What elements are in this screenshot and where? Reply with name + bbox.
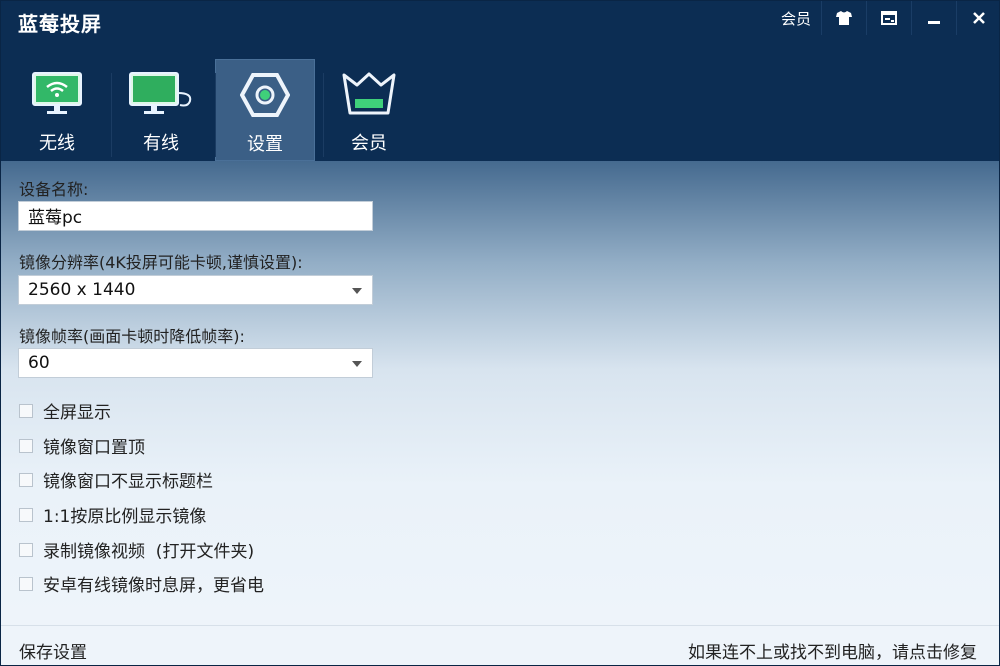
dropdown-arrow-icon: [352, 288, 362, 294]
option-always-on-top[interactable]: 镜像窗口置顶: [19, 433, 145, 458]
feedback-window-icon: [881, 11, 897, 25]
repair-link[interactable]: 如果连不上或找不到电脑，请点击修复: [688, 638, 977, 663]
wired-monitor-icon: [129, 72, 192, 114]
option-label: 录制镜像视频 (打开文件夹): [43, 542, 255, 562]
framerate-select[interactable]: 60: [18, 348, 373, 378]
footer: 保存设置 如果连不上或找不到电脑，请点击修复: [1, 625, 999, 665]
option-hide-titlebar[interactable]: 镜像窗口不显示标题栏: [19, 467, 213, 492]
device-name-label: 设备名称:: [19, 180, 89, 199]
settings-hexagon-icon: [240, 73, 290, 117]
option-label: 镜像窗口不显示标题栏: [43, 472, 213, 492]
minimize-button[interactable]: [911, 1, 956, 35]
resolution-select[interactable]: 2560 x 1440: [18, 275, 373, 305]
checkbox[interactable]: [19, 576, 33, 591]
settings-panel: 设备名称: 镜像分辨率(4K投屏可能卡顿,谨慎设置): 2560 x 1440 …: [1, 161, 999, 625]
minimize-icon: [928, 21, 940, 24]
close-button[interactable]: [956, 1, 999, 35]
dropdown-arrow-icon: [352, 361, 362, 367]
device-name-field[interactable]: [18, 201, 373, 231]
option-record-video[interactable]: 录制镜像视频 (打开文件夹): [19, 537, 254, 562]
tab-label: 设置: [247, 134, 283, 155]
checkbox[interactable]: [19, 472, 33, 487]
tab-settings[interactable]: 设置: [215, 59, 315, 161]
option-label: 镜像窗口置顶: [43, 438, 145, 458]
tab-label: 有线: [143, 133, 179, 154]
tab-separator: [323, 73, 324, 157]
tshirt-icon: [836, 11, 852, 25]
resolution-value: 2560 x 1440: [28, 280, 136, 300]
option-label: 1:1按原比例显示镜像: [43, 507, 207, 527]
tab-separator: [111, 73, 112, 157]
app-window: 蓝莓投屏 会员 无线 有线 设置 会员 设备名称: 蓝莓pc 镜像分辨率(4K投…: [0, 0, 1000, 666]
framerate-value: 60: [28, 353, 50, 373]
option-label: 安卓有线镜像时息屏，更省电: [43, 576, 264, 596]
tab-wireless[interactable]: 无线: [7, 59, 107, 161]
checkbox[interactable]: [19, 507, 33, 522]
tab-label: 无线: [39, 133, 75, 154]
framerate-label: 镜像帧率(画面卡顿时降低帧率):: [19, 327, 245, 346]
app-title: 蓝莓投屏: [18, 12, 102, 36]
tab-wired[interactable]: 有线: [111, 59, 211, 161]
feedback-button[interactable]: [866, 1, 911, 35]
tab-member[interactable]: 会员: [319, 59, 419, 161]
checkbox[interactable]: [19, 438, 33, 453]
tab-label: 会员: [351, 133, 387, 154]
member-button[interactable]: 会员: [771, 1, 821, 35]
option-android-screen-off[interactable]: 安卓有线镜像时息屏，更省电: [19, 571, 264, 596]
header: 蓝莓投屏 会员 无线 有线 设置 会员: [1, 1, 999, 161]
option-label: 全屏显示: [43, 403, 111, 423]
main-tabs: 无线 有线 设置 会员: [1, 59, 419, 161]
skin-button[interactable]: [821, 1, 866, 35]
wifi-monitor-icon: [32, 72, 82, 114]
save-settings-button[interactable]: 保存设置: [19, 638, 87, 663]
checkbox[interactable]: [19, 542, 33, 557]
window-controls: 会员: [771, 1, 999, 35]
tab-separator: [215, 73, 216, 157]
option-fullscreen[interactable]: 全屏显示: [19, 398, 111, 423]
crown-basket-icon: [342, 72, 396, 115]
resolution-label: 镜像分辨率(4K投屏可能卡顿,谨慎设置):: [19, 253, 303, 272]
option-original-ratio[interactable]: 1:1按原比例显示镜像: [19, 502, 206, 527]
checkbox[interactable]: [19, 403, 33, 418]
close-icon: [973, 12, 985, 24]
device-name-input[interactable]: [28, 202, 348, 228]
